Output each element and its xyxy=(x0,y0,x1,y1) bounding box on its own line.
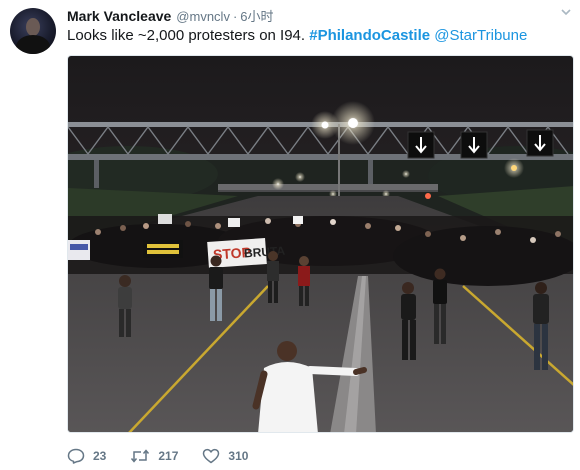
tweet-text: Looks like ~2,000 protesters on I94. #Ph… xyxy=(67,26,527,46)
banner-brutality-text: BRUTA xyxy=(244,244,286,261)
retweet-button[interactable]: 217 xyxy=(130,448,178,464)
author-avatar[interactable] xyxy=(10,8,56,54)
mention-link[interactable]: @StarTribune xyxy=(434,27,527,44)
heart-icon xyxy=(203,448,220,464)
tweet-body: Looks like ~2,000 protesters on I94. xyxy=(67,27,310,44)
chevron-down-icon[interactable] xyxy=(560,6,572,18)
overhead-signs xyxy=(407,129,554,159)
author-handle[interactable]: @mvnclv xyxy=(176,9,230,24)
author-name[interactable]: Mark Vancleave xyxy=(67,8,171,24)
like-button[interactable]: 310 xyxy=(202,448,248,464)
avatar-shoulder xyxy=(16,35,50,54)
separator-dot: · xyxy=(232,9,238,24)
reply-button[interactable]: 23 xyxy=(67,448,106,464)
tweet-card: Mark Vancleave @mvnclv · 6小时 Looks like … xyxy=(0,0,580,470)
retweet-count: 217 xyxy=(158,449,179,463)
reply-count: 23 xyxy=(93,449,107,463)
like-count: 310 xyxy=(228,449,249,463)
tweet-actions: 23 217 310 xyxy=(67,446,272,466)
hashtag-link[interactable]: #PhilandoCastile xyxy=(309,27,430,44)
tweet-header: Mark Vancleave @mvnclv · 6小时 xyxy=(67,6,274,24)
tweet-photo[interactable]: STOP BRUTA xyxy=(67,55,574,433)
tweet-time[interactable]: 6小时 xyxy=(240,6,273,25)
retweet-icon xyxy=(131,449,150,463)
avatar-face xyxy=(26,18,40,36)
reply-icon xyxy=(67,448,85,464)
protest-photo: STOP BRUTA xyxy=(68,56,573,432)
